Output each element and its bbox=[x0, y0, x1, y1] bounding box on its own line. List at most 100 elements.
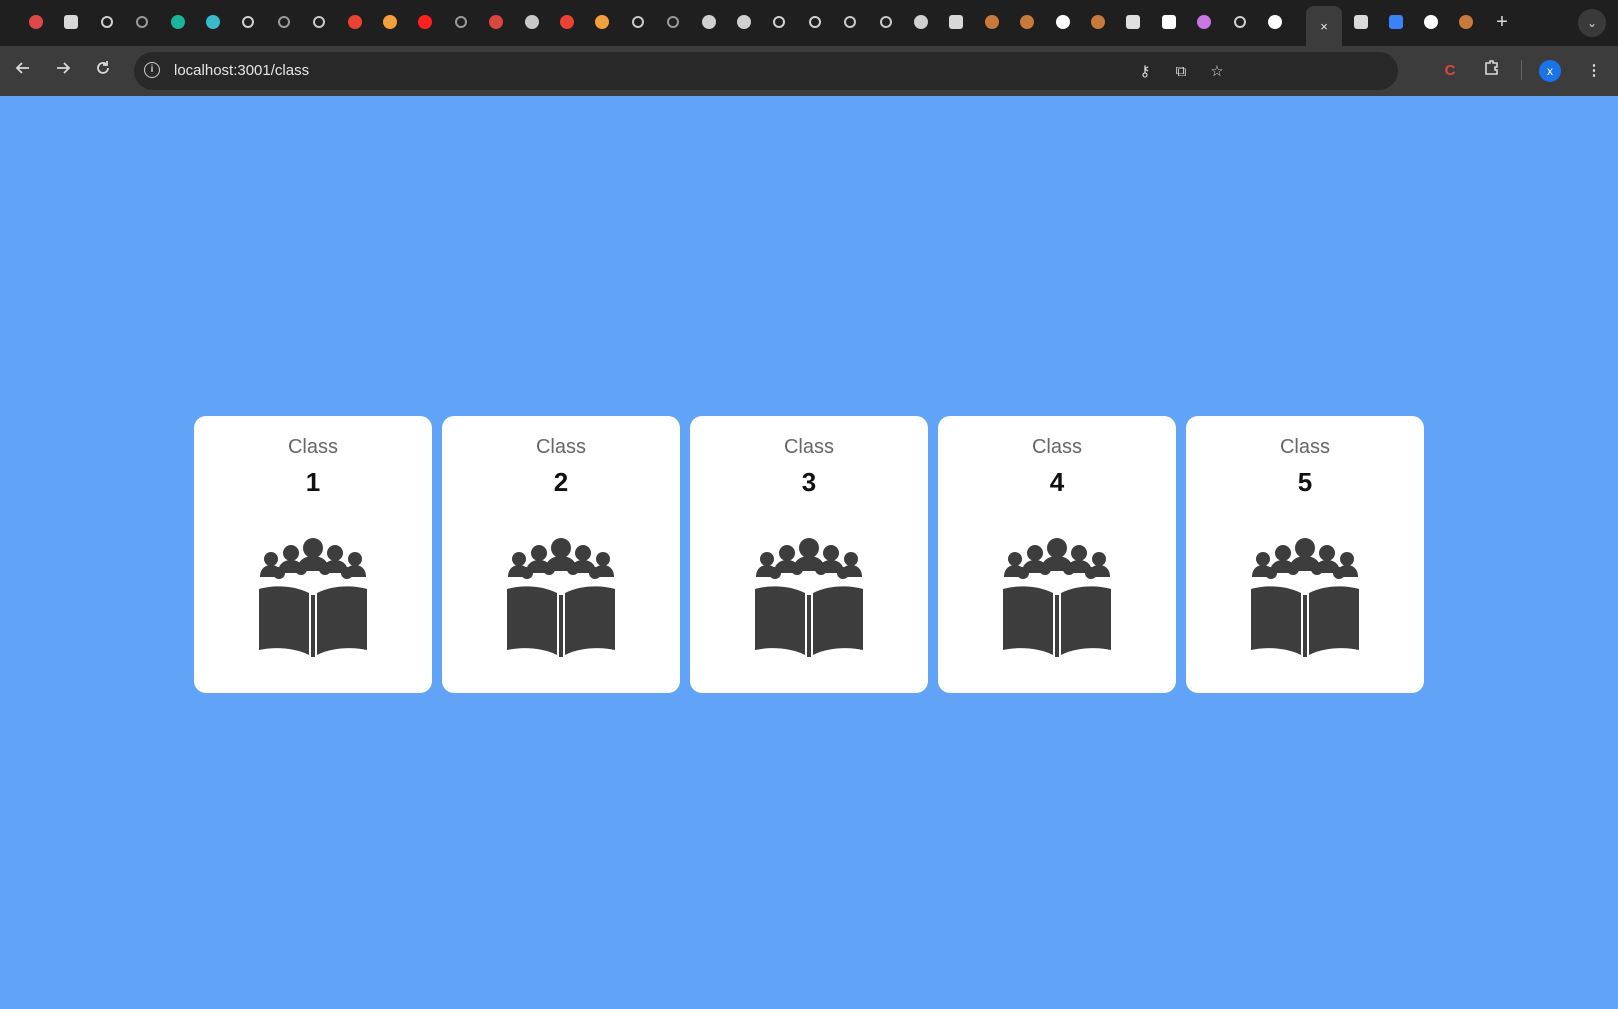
students-reading-book-icon bbox=[1251, 538, 1359, 657]
reload-button[interactable] bbox=[90, 58, 116, 84]
students-reading-book-icon bbox=[1003, 538, 1111, 657]
class-card-list: Class 1 Class 2 Class 3 Class 4 Class 5 bbox=[194, 416, 1424, 693]
teal-circle-icon-glyph bbox=[170, 15, 185, 29]
person-icon[interactable] bbox=[982, 12, 1002, 32]
password-key-icon[interactable]: ⚷ bbox=[1134, 61, 1156, 83]
arrow-circle-icon[interactable] bbox=[805, 12, 825, 32]
red-circle-icon-glyph bbox=[29, 15, 43, 29]
medium-icon[interactable] bbox=[1159, 12, 1179, 32]
dash-icon[interactable] bbox=[1386, 12, 1406, 32]
square-app-icon[interactable] bbox=[61, 12, 81, 32]
gmail-icon[interactable] bbox=[345, 12, 365, 32]
square-app-icon[interactable] bbox=[946, 12, 966, 32]
class-card-1[interactable]: Class 1 bbox=[194, 416, 432, 693]
toolbar-divider bbox=[1521, 60, 1522, 80]
chatgpt-icon[interactable] bbox=[309, 12, 329, 32]
chatgpt-icon-glyph bbox=[879, 16, 892, 28]
ring-icon[interactable] bbox=[274, 12, 294, 32]
profile-initial: x bbox=[1539, 60, 1561, 82]
ring-icon[interactable] bbox=[451, 12, 471, 32]
google-icon[interactable] bbox=[1053, 12, 1073, 32]
arrow-circle-icon[interactable] bbox=[769, 12, 789, 32]
ring-icon[interactable] bbox=[663, 12, 683, 32]
react-icon[interactable] bbox=[203, 12, 223, 32]
extension-red-icon[interactable]: C bbox=[1438, 58, 1462, 84]
class-number: 2 bbox=[553, 467, 569, 497]
square-app-icon-glyph bbox=[64, 15, 79, 29]
students-reading-book-icon bbox=[507, 538, 615, 657]
browser-tab-strip: × + ⌄ bbox=[0, 0, 1618, 46]
red-circle-icon[interactable] bbox=[486, 12, 506, 32]
google-icon-glyph bbox=[1055, 15, 1070, 29]
back-button[interactable] bbox=[10, 58, 36, 84]
url-text[interactable]: localhost:3001/class bbox=[174, 62, 309, 80]
class-label: Class bbox=[287, 436, 338, 458]
infinity-icon-glyph bbox=[383, 15, 397, 29]
youtube-icon[interactable] bbox=[415, 12, 435, 32]
ring-icon-glyph bbox=[277, 16, 290, 28]
person-icon[interactable] bbox=[1088, 12, 1108, 32]
ring-icon-glyph bbox=[667, 16, 680, 28]
chatgpt-icon[interactable] bbox=[840, 12, 860, 32]
gear-app-icon[interactable] bbox=[911, 12, 931, 32]
infinity-icon[interactable] bbox=[592, 12, 612, 32]
red-circle-icon[interactable] bbox=[26, 12, 46, 32]
class-card-4[interactable]: Class 4 bbox=[938, 416, 1176, 693]
gear-app-icon[interactable] bbox=[522, 12, 542, 32]
chatgpt-icon[interactable] bbox=[876, 12, 896, 32]
install-app-icon[interactable]: ⧉ bbox=[1170, 61, 1192, 83]
square-app-icon[interactable] bbox=[1123, 12, 1143, 32]
class-card-3[interactable]: Class 3 bbox=[690, 416, 928, 693]
class-label: Class bbox=[535, 436, 586, 458]
class-card-5[interactable]: Class 5 bbox=[1186, 416, 1424, 693]
gear-app-icon[interactable] bbox=[734, 12, 754, 32]
person-icon-glyph bbox=[1020, 15, 1035, 29]
person-icon[interactable] bbox=[1017, 12, 1037, 32]
puzzle-icon-glyph bbox=[1354, 15, 1368, 29]
person-icon-glyph bbox=[1459, 15, 1473, 29]
globe-icon-glyph bbox=[1233, 16, 1246, 28]
extensions-puzzle-icon[interactable] bbox=[1480, 58, 1504, 84]
site-info-icon[interactable]: i bbox=[144, 62, 160, 78]
class-number: 1 bbox=[305, 467, 321, 497]
teal-circle-icon[interactable] bbox=[168, 12, 188, 32]
chatgpt-icon[interactable] bbox=[628, 12, 648, 32]
gear-app-icon[interactable] bbox=[699, 12, 719, 32]
ring-icon-glyph bbox=[454, 16, 467, 28]
class-card-2[interactable]: Class 2 bbox=[442, 416, 680, 693]
gmail-icon[interactable] bbox=[557, 12, 577, 32]
active-tab[interactable]: × bbox=[1306, 6, 1342, 46]
person-icon[interactable] bbox=[1456, 12, 1476, 32]
arrow-right-icon bbox=[57, 62, 71, 74]
profile-avatar[interactable]: x bbox=[1539, 58, 1563, 84]
infinity-icon-glyph bbox=[595, 15, 610, 29]
browser-toolbar: i localhost:3001/class ⚷ ⧉ ☆ C x ⋮ bbox=[0, 46, 1618, 96]
gear-app-icon-glyph bbox=[737, 15, 751, 29]
puzzle-icon[interactable] bbox=[1351, 12, 1371, 32]
globe-icon[interactable] bbox=[1230, 12, 1250, 32]
globe-icon[interactable] bbox=[238, 12, 258, 32]
chatgpt-icon-glyph bbox=[631, 16, 644, 28]
bookmark-star-icon[interactable]: ☆ bbox=[1206, 61, 1228, 83]
gear-app-icon-glyph bbox=[701, 15, 716, 29]
arrow-circle-icon-glyph bbox=[773, 16, 786, 28]
react-icon-glyph bbox=[206, 15, 220, 29]
github-icon-glyph bbox=[1424, 15, 1438, 29]
forward-button[interactable] bbox=[50, 58, 76, 84]
new-tab-button[interactable]: + bbox=[1490, 10, 1514, 34]
tab-search-button[interactable]: ⌄ bbox=[1578, 9, 1606, 37]
github-icon[interactable] bbox=[1265, 12, 1285, 32]
medium-icon-glyph bbox=[1161, 15, 1176, 29]
github-icon[interactable] bbox=[1421, 12, 1441, 32]
globe-icon[interactable] bbox=[97, 12, 117, 32]
tab-close-icon[interactable]: × bbox=[1320, 19, 1328, 34]
infinity-icon[interactable] bbox=[380, 12, 400, 32]
chatgpt-icon-glyph bbox=[313, 16, 326, 28]
square-app-icon-glyph bbox=[1126, 15, 1141, 29]
gem-icon[interactable] bbox=[1194, 12, 1214, 32]
ring-icon[interactable] bbox=[132, 12, 152, 32]
red-circle-icon-glyph bbox=[489, 15, 504, 29]
puzzle-icon bbox=[1485, 60, 1498, 75]
address-bar[interactable]: i localhost:3001/class ⚷ ⧉ ☆ bbox=[134, 52, 1398, 90]
browser-menu-icon[interactable]: ⋮ bbox=[1582, 58, 1606, 84]
